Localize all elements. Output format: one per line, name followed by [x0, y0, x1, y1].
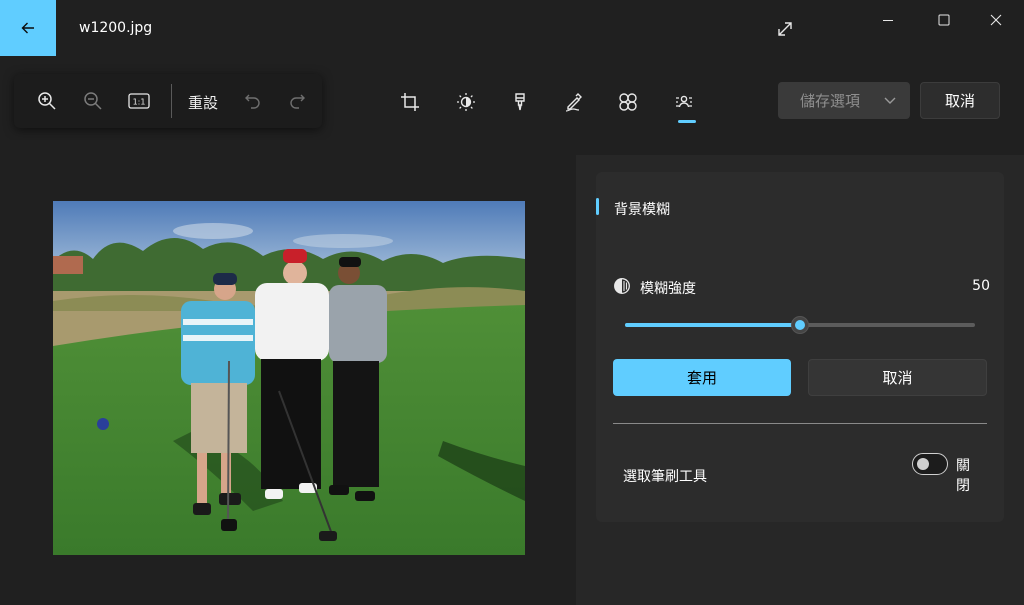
minimize-button[interactable] — [865, 6, 911, 34]
fullscreen-button[interactable] — [770, 14, 800, 44]
back-button[interactable] — [0, 0, 56, 56]
redo-button[interactable] — [280, 84, 314, 118]
photos-app-window: w1200.jpg 1:1 重設 儲存選項 取消 背景模糊 模糊強度 50 套用… — [0, 0, 1024, 605]
title-bar: w1200.jpg — [0, 0, 1024, 56]
brush-tool-toggle[interactable] — [912, 453, 948, 475]
photo-preview[interactable] — [53, 201, 525, 555]
background-blur-icon — [676, 95, 692, 108]
apply-button[interactable]: 套用 — [613, 359, 791, 396]
save-options-button[interactable]: 儲存選項 — [778, 82, 910, 119]
crop-tool-button[interactable] — [390, 82, 430, 122]
zoom-in-button[interactable] — [30, 84, 64, 118]
cancel-blur-button[interactable]: 取消 — [808, 359, 987, 396]
blur-strength-icon — [614, 278, 630, 294]
close-button[interactable] — [973, 6, 1019, 34]
reset-button[interactable]: 重設 — [188, 92, 218, 113]
arrow-left-icon — [21, 22, 34, 34]
actual-size-icon: 1:1 — [128, 93, 150, 109]
crop-icon — [401, 93, 419, 111]
undo-button[interactable] — [236, 84, 270, 118]
maximize-button[interactable] — [921, 6, 967, 34]
toggle-knob — [917, 458, 929, 470]
background-blur-tool-button[interactable] — [664, 82, 704, 122]
markup-tool-button[interactable] — [554, 82, 594, 122]
expand-icon — [778, 22, 792, 36]
retouch-tool-button[interactable] — [500, 82, 540, 122]
blur-strength-label: 模糊強度 — [640, 281, 696, 297]
panel-divider — [613, 423, 987, 424]
save-options-label: 儲存選項 — [800, 92, 861, 110]
slider-thumb[interactable] — [791, 316, 809, 334]
adjust-brightness-icon — [457, 93, 475, 111]
actual-size-button[interactable]: 1:1 — [122, 84, 156, 118]
close-icon — [990, 14, 1002, 26]
redo-icon — [290, 94, 305, 109]
adjust-tool-button[interactable] — [446, 82, 486, 122]
actual-size-label: 1:1 — [133, 98, 146, 107]
cancel-edit-button[interactable]: 取消 — [920, 82, 1000, 119]
panel-title: 背景模糊 — [614, 202, 670, 218]
slider-fill — [625, 323, 800, 327]
undo-icon — [245, 94, 260, 109]
zoom-in-icon — [38, 92, 56, 110]
retouch-icon — [515, 93, 525, 111]
markup-icon — [565, 93, 582, 112]
panel-accent-bar — [596, 198, 599, 215]
blur-strength-value: 50 — [972, 278, 990, 294]
blur-strength-slider[interactable] — [625, 316, 975, 334]
minimize-icon — [883, 20, 893, 21]
active-tool-indicator — [678, 120, 696, 123]
filter-icon — [619, 93, 637, 111]
chevron-down-icon — [884, 97, 896, 104]
toolbar-separator — [171, 84, 172, 118]
zoom-toolbar: 1:1 重設 — [14, 74, 322, 128]
brush-tool-label: 選取筆刷工具 — [623, 469, 707, 485]
maximize-icon — [938, 14, 950, 26]
zoom-out-button[interactable] — [76, 84, 110, 118]
window-title: w1200.jpg — [79, 20, 153, 36]
zoom-out-icon — [84, 92, 102, 110]
photo-golfers — [53, 201, 525, 555]
brush-tool-state: 關閉 — [956, 458, 970, 494]
filter-tool-button[interactable] — [608, 82, 648, 122]
